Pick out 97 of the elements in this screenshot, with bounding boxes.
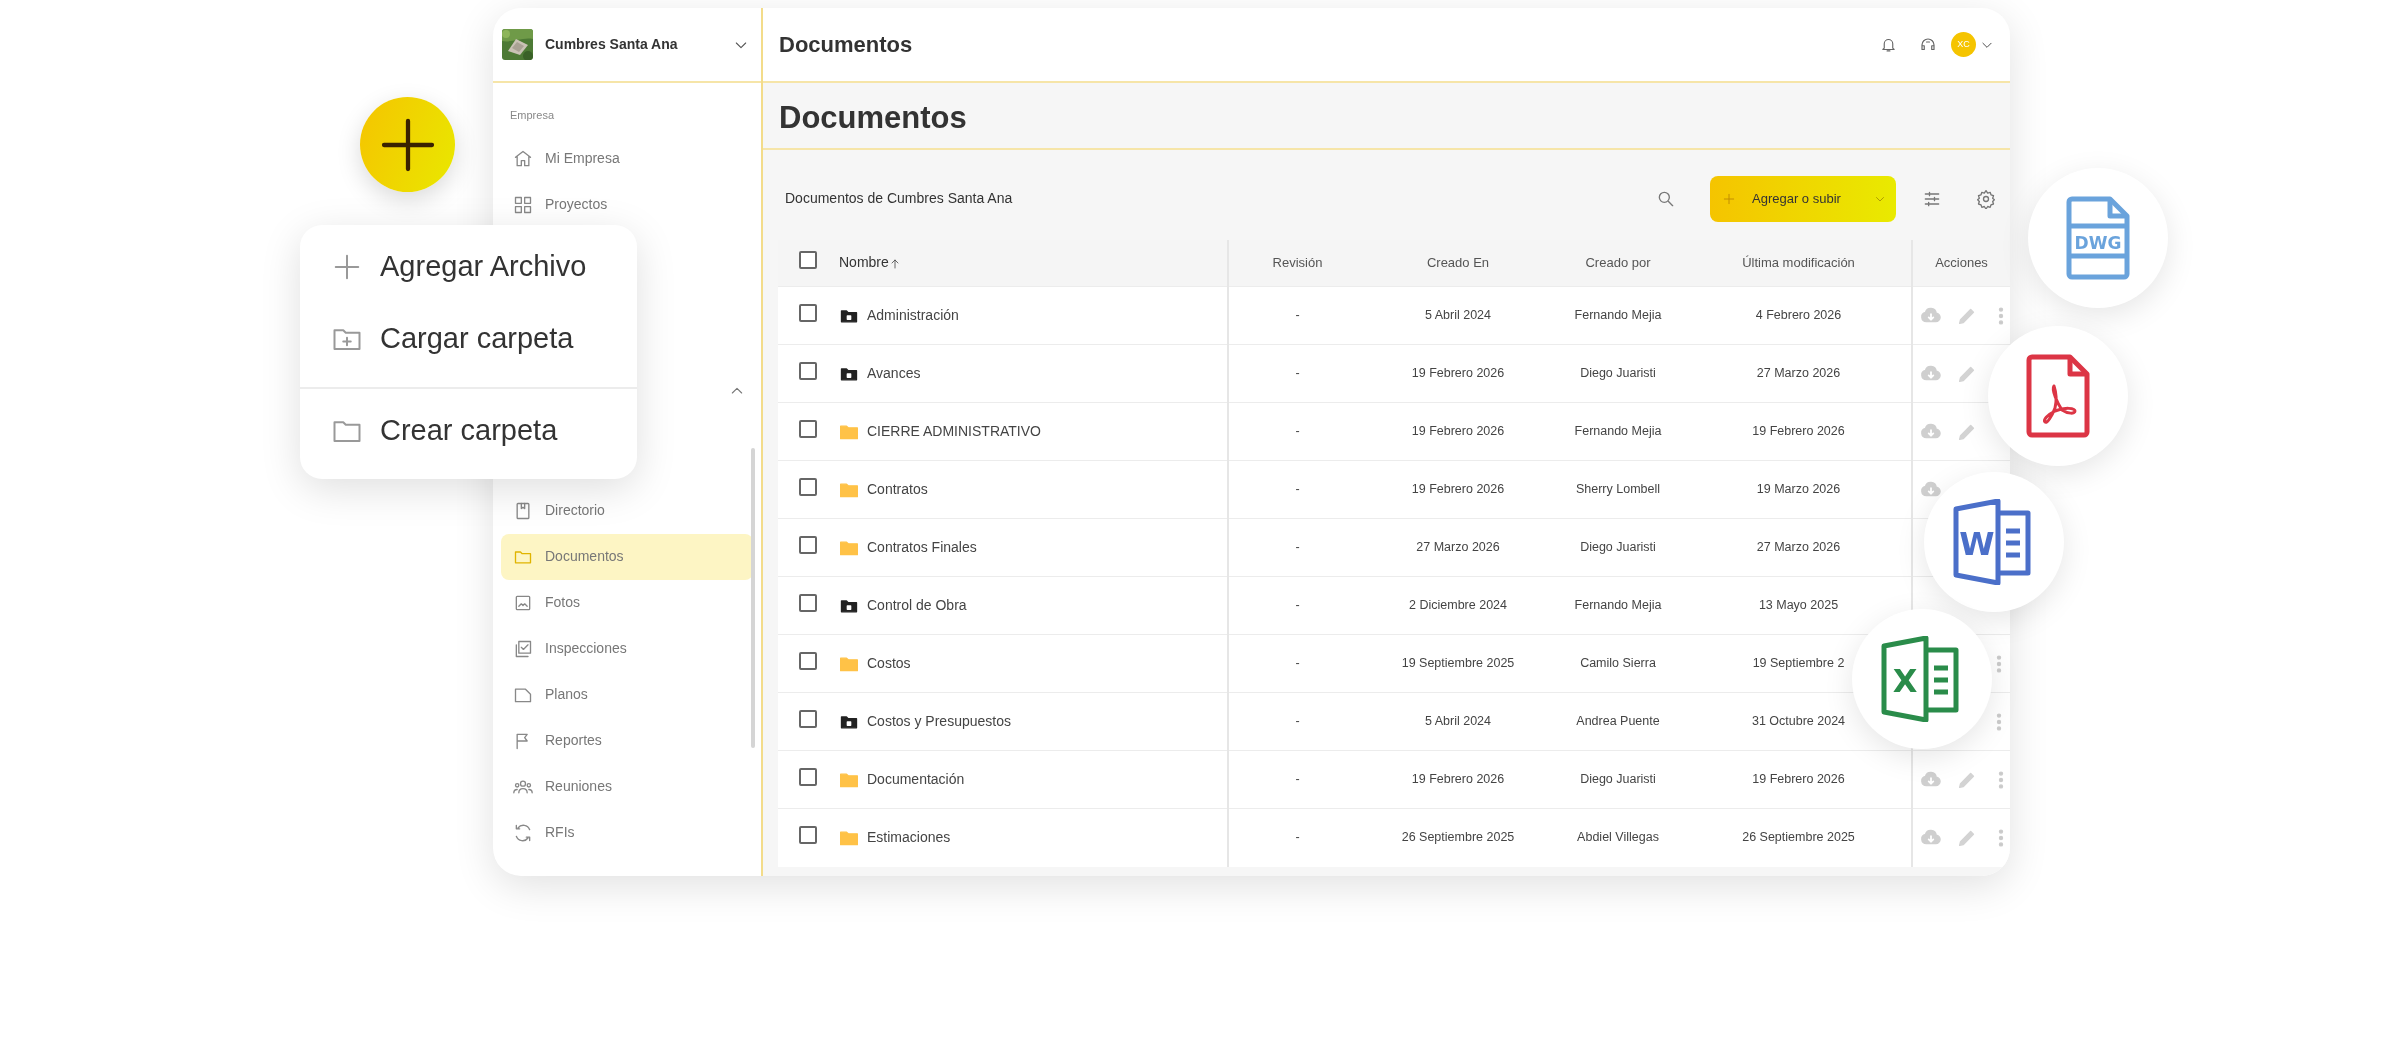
sidebar-item[interactable]: Directorio [501,487,753,534]
table-cell: - [1295,540,1300,555]
table-cell: 27 Marzo 2026 [1416,540,1500,555]
folder-name[interactable]: Contratos [867,479,928,500]
grid-icon [513,194,533,215]
sidebar-item[interactable]: Fotos [501,579,753,626]
checkbox[interactable] [799,535,817,554]
checkbox[interactable] [799,651,817,670]
table-cell: - [1295,598,1300,613]
pdf-file-icon [2026,354,2090,438]
table-cell: Fernando Mejia [1574,308,1662,323]
table-cell: - [1295,482,1300,497]
plus-icon [1722,191,1736,206]
checkbox[interactable] [799,361,817,380]
folder-name[interactable]: Contratos Finales [867,537,977,558]
scrollbar[interactable] [751,448,755,748]
table-cell: - [1295,366,1300,381]
dwg-file-icon: DWG [2066,196,2130,280]
sidebar-item[interactable]: Planos [501,671,753,718]
folder-name[interactable]: CIERRE ADMINISTRATIVO [867,421,1041,442]
checkbox[interactable] [799,825,817,844]
checkbox[interactable] [799,709,817,728]
table-cell: Abdiel Villegas [1577,830,1659,845]
sidebar-item[interactable]: RFIs [501,809,753,856]
column-header[interactable]: Creado por [1585,255,1651,270]
column-header[interactable]: Creado En [1426,255,1490,270]
sidebar-item[interactable]: Mi Empresa [501,135,753,182]
table-cell: Andrea Puente [1576,714,1660,729]
table-cell: 19 Febrero 2026 [1752,424,1845,439]
table-cell: 5 Abril 2024 [1425,308,1491,323]
table-cell: 19 Febrero 2026 [1411,482,1505,497]
table-cell: Diego Juaristi [1580,772,1656,787]
column-header[interactable]: Acciones [1935,255,1988,270]
checkbox[interactable] [799,767,817,786]
table-cell: Fernando Mejia [1574,598,1662,613]
table-cell: 19 Febrero 2026 [1411,424,1505,439]
table-cell: 5 Abril 2024 [1425,714,1491,729]
page-title: Documentos [763,83,2010,150]
table-cell: 27 Marzo 2026 [1756,366,1841,381]
toolbar-title: Documentos de Cumbres Santa Ana [785,189,1014,208]
home-icon [513,148,533,169]
folder-name[interactable]: Administración [867,305,959,326]
table-cell: 2 Diciembre 2024 [1409,598,1507,613]
menu-item[interactable]: Cargar carpeta [300,303,637,375]
table-cell: 13 Mayo 2025 [1758,598,1839,613]
settings-icon[interactable] [1976,188,1996,209]
table-cell: Fernando Mejia [1574,424,1662,439]
table-cell: Diego Juaristi [1580,366,1656,381]
table-cell: Diego Juaristi [1580,540,1656,555]
table-cell: 27 Marzo 2026 [1756,540,1841,555]
menu-item[interactable]: Crear carpeta [300,387,637,473]
sync-icon [513,822,533,843]
table-cell: 4 Febrero 2026 [1755,308,1842,323]
sidebar-item[interactable]: Reportes [501,717,753,764]
table-cell: 26 Septiembre 2025 [1742,830,1855,845]
plus-icon [332,252,362,282]
table-cell: 26 Septiembre 2025 [1401,830,1515,845]
checkbox[interactable] [799,303,817,322]
checkbox[interactable] [799,419,817,438]
folder-name[interactable]: Costos y Presupuestos [867,711,1011,732]
sidebar-item[interactable]: Inspecciones [501,625,753,672]
table-cell: - [1295,714,1300,729]
add-upload-button[interactable]: Agregar o subir [1710,175,1896,222]
sidebar-item[interactable]: Proyectos [501,181,753,228]
checkbox[interactable] [799,251,817,269]
table-cell: 19 Septiembre 2 [1752,656,1845,671]
table-cell: Sherry Lombell [1575,482,1661,497]
folder-name[interactable]: Avances [867,363,921,384]
column-header[interactable]: Última modificación [1742,255,1855,270]
header-title: Documentos [779,31,914,59]
bell-icon[interactable] [1880,36,1897,53]
table-cell: - [1295,424,1300,439]
section-label: Empresa [509,108,556,123]
column-header[interactable]: Nombre [839,254,889,271]
table-cell: - [1295,830,1300,845]
table-cell: 19 Febrero 2026 [1752,772,1845,787]
folder-name[interactable]: Costos [867,653,911,674]
table-cell: 31 Octubre 2024 [1751,714,1846,729]
folder-name[interactable]: Documentación [867,769,965,790]
sidebar-item[interactable]: Documentos [501,533,753,580]
project-name: Cumbres Santa Ana [545,35,679,54]
checkbox[interactable] [799,593,817,612]
table-cell: - [1295,772,1300,787]
menu-item[interactable]: Agregar Archivo [300,231,637,303]
folder-name[interactable]: Estimaciones [867,827,951,849]
checkbox[interactable] [799,477,817,496]
table-cell: 19 Febrero 2026 [1411,772,1505,787]
table-cell: 19 Marzo 2026 [1756,482,1841,497]
table-cell: - [1295,656,1300,671]
sidebar-item[interactable]: Reuniones [501,763,753,810]
checklist-icon [513,638,533,659]
table-cell: 19 Febrero 2026 [1411,366,1505,381]
table-cell: 19 Septiembre 2025 [1401,656,1515,671]
table-cell: - [1295,308,1300,323]
column-header[interactable]: Revisión [1272,255,1323,270]
folder-name[interactable]: Control de Obra [867,595,967,616]
table-cell: Camilo Sierra [1580,656,1656,671]
